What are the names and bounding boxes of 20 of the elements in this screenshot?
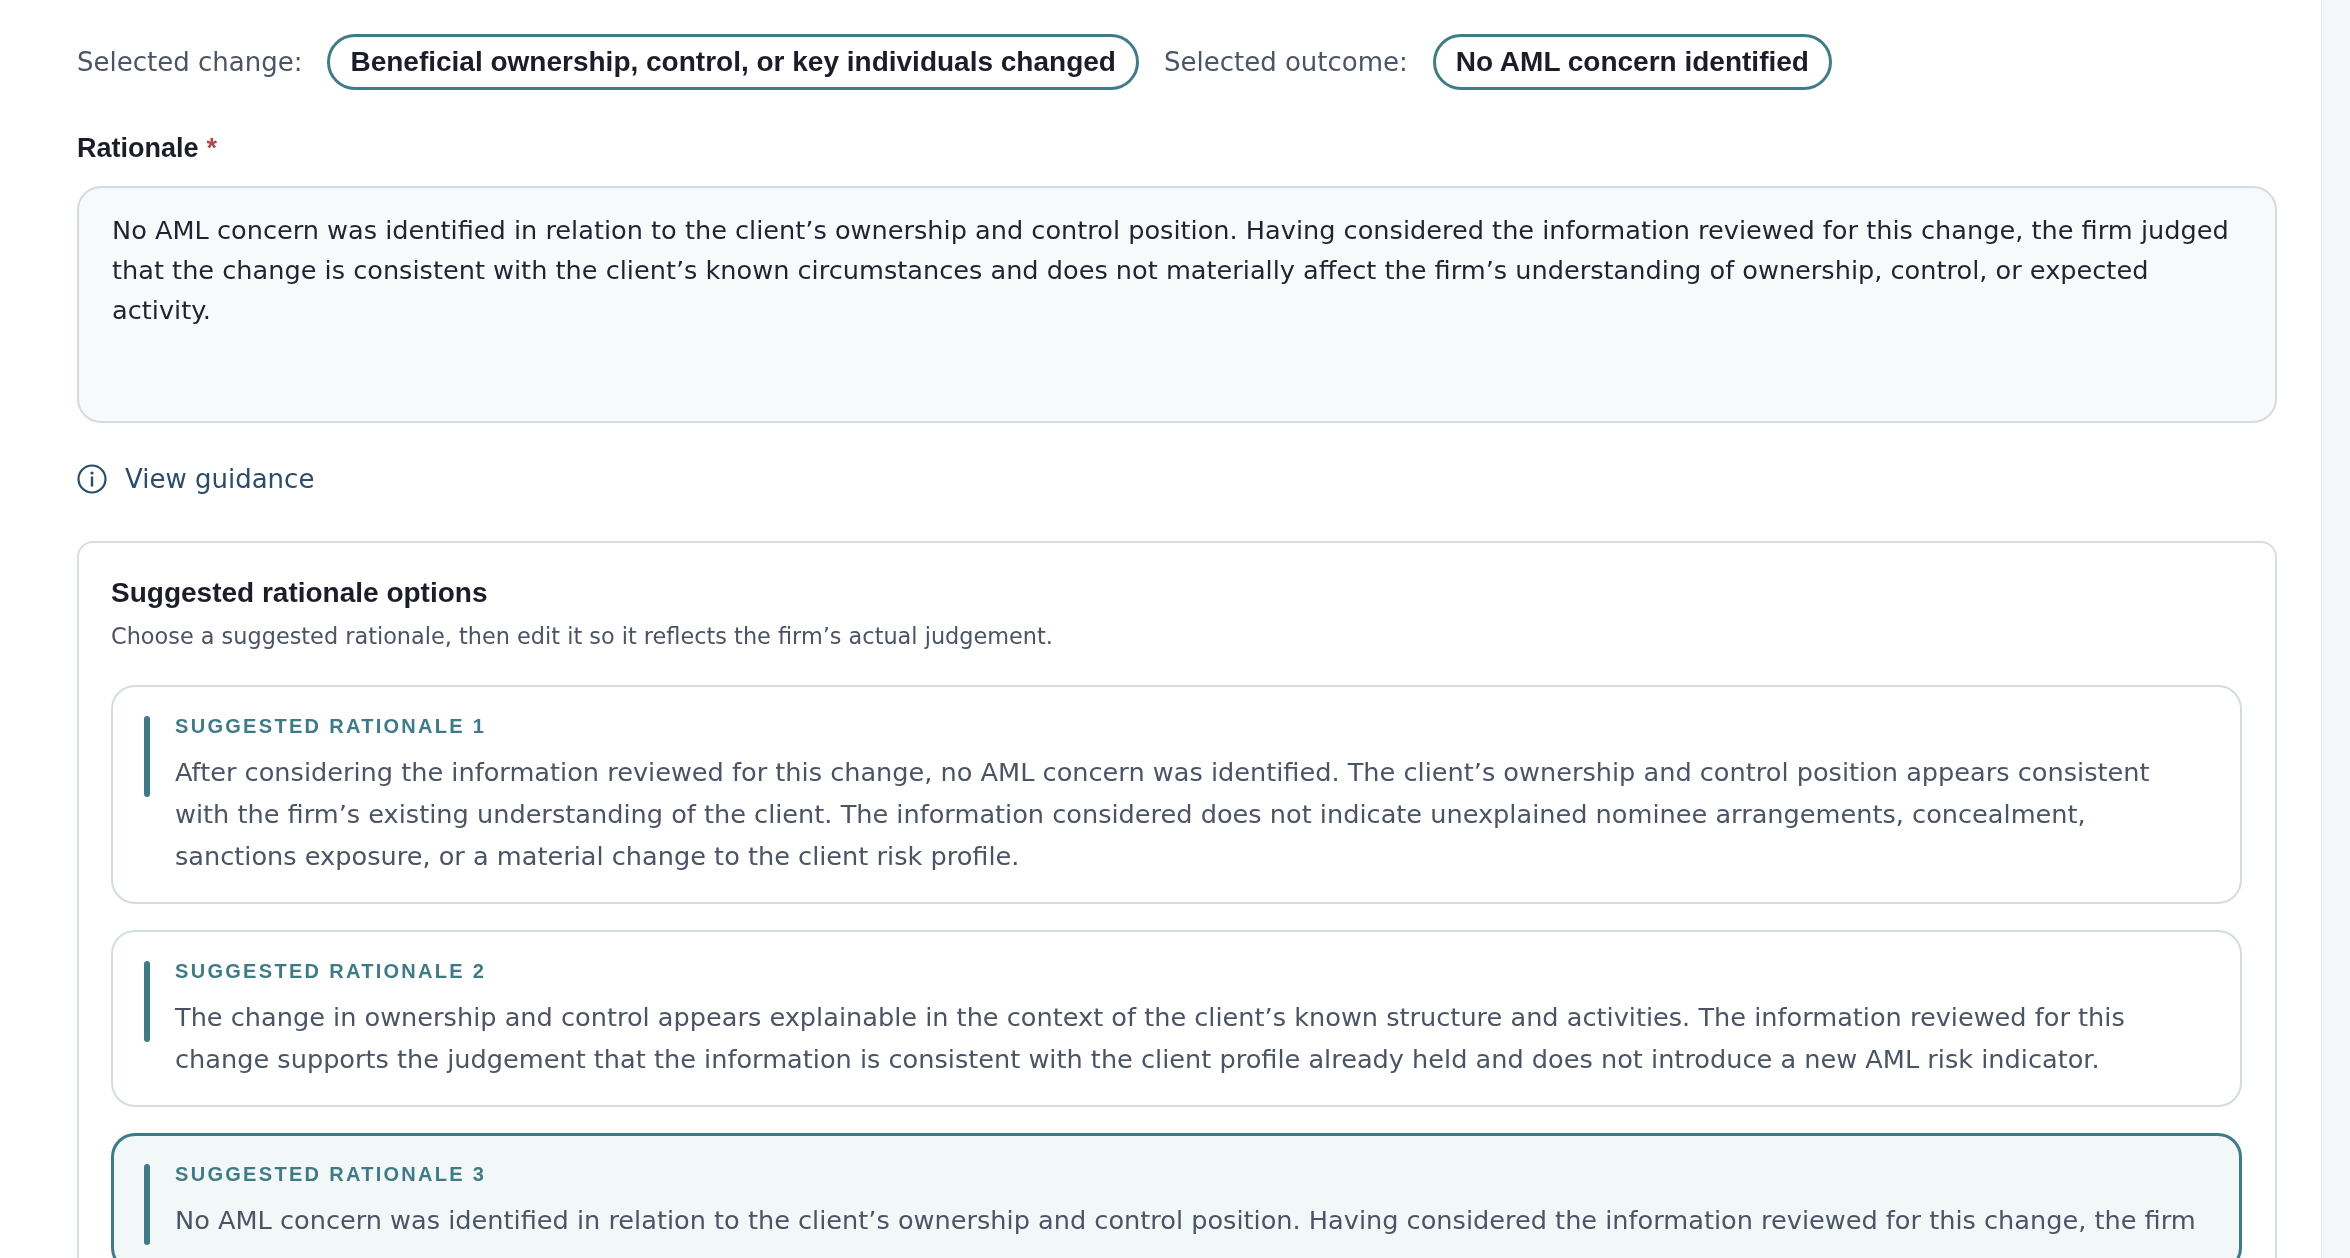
rationale-option-card[interactable]	[111, 930, 2242, 1107]
option-text: After considering the information reviewed for this change, no AML concern was identified. The client’s ownership and control position appears consistent with the firm’s existing understanding of the client. The information considered does not indicate unexplained nominee arrangements, concealment, sanctions exposure, or a material change to the client risk profile.	[175, 756, 2151, 873]
selection-chip: Beneficial ownership, control, or key individuals changed	[327, 34, 1139, 90]
info-icon	[77, 464, 107, 494]
rationale-option-card[interactable]	[111, 685, 2242, 904]
rationale-textarea[interactable]: No AML concern was identified in relation to the client’s ownership and control position. Having considered the information reviewed for this change, the firm judged that the change is consistent with the client’s known circumstances and does not materially affect the firm’s understanding of ownership, control, or expected activity.	[77, 186, 2277, 423]
panel-subtitle: Choose a suggested rationale, then edit it so it reflects the firm’s actual judgement.	[111, 622, 1054, 651]
field-label: Rationale	[77, 132, 199, 165]
selection-label: Selected change:	[77, 46, 303, 79]
view-guidance-link[interactable]: View guidance	[77, 461, 315, 497]
option-label: SUGGESTED RATIONALE 2	[175, 959, 488, 984]
selection-label: Selected outcome:	[1163, 46, 1408, 79]
option-label: SUGGESTED RATIONALE 3	[175, 1162, 488, 1187]
panel-title: Suggested rationale options	[111, 576, 489, 610]
option-text: The change in ownership and control appears explainable in the context of the client’s known structure and activities. The information reviewed for this change supports the judgement that the information is consistent with the client profile already held and does not introduce a new AML risk indicator.	[175, 1001, 2126, 1076]
required-asterisk: *	[206, 132, 218, 165]
rationale-option-card[interactable]: SUGGESTED RATIONALE 3 No AML concern was identified in relation to the client’s ownership and control position. Having considered the information reviewed for this change, the firm	[111, 1133, 2242, 1258]
selection-chip: No AML concern identified	[1432, 34, 1832, 90]
option-text: No AML concern was identified in relation to the client’s ownership and control position. Having considered the information reviewed for this change, the firm	[175, 1204, 2197, 1237]
option-label: SUGGESTED RATIONALE 1	[175, 714, 488, 739]
